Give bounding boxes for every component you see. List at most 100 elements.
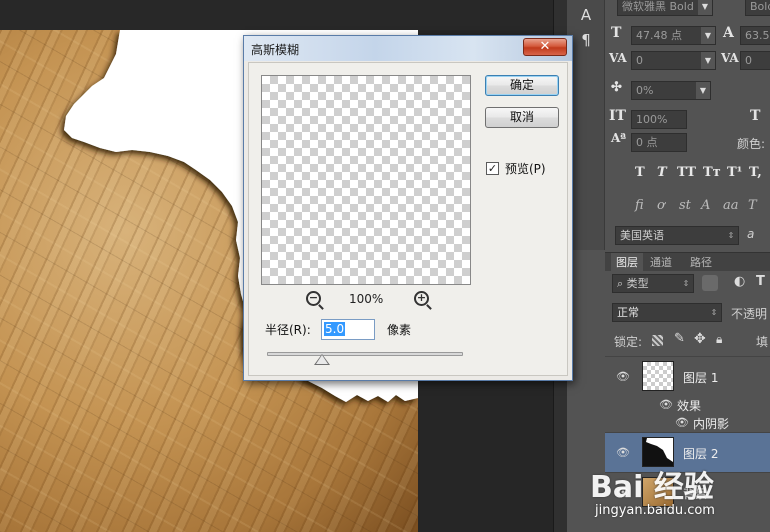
tab-layers[interactable]: 图层 (611, 253, 643, 272)
all-caps-button[interactable]: TT (677, 165, 696, 180)
photoshop-window: A ¶ 微软雅黑 Bold ▼ Bold T 47.48 点 ▼ A 63.5 … (0, 0, 770, 532)
radius-slider[interactable] (267, 352, 463, 356)
vertical-scale-field[interactable]: 100% (631, 110, 687, 129)
tracking-value: 0 (745, 54, 752, 67)
tab-paths[interactable]: 路径 (685, 253, 717, 272)
superscript-button[interactable]: T¹ (727, 165, 742, 180)
checkmark-icon: ✓ (487, 162, 498, 175)
blend-mode-select[interactable]: 正常 ⇕ (612, 303, 722, 322)
font-family-value: 微软雅黑 Bold (622, 0, 694, 13)
layers-tab-bar: 图层 通道 路径 (605, 252, 770, 272)
font-size-field[interactable]: 47.48 点 ▼ (631, 26, 716, 45)
swash-button[interactable]: A (701, 198, 710, 213)
font-style-value: Bold (750, 0, 770, 13)
ordinals-button[interactable]: T (748, 198, 757, 213)
dialog-title: 高斯模糊 (251, 43, 300, 57)
vertical-scale-icon: IT (609, 108, 626, 124)
layer-effects-row[interactable]: 👁︎ 效果 (605, 396, 770, 414)
antialias-icon: a (747, 227, 755, 241)
font-size-icon: T (611, 25, 622, 41)
lock-transparent-icon[interactable] (652, 335, 663, 346)
close-icon: ✕ (539, 39, 551, 54)
cancel-button[interactable]: 取消 (485, 107, 559, 128)
faux-bold-button[interactable]: T (635, 165, 645, 180)
watermark-url: jingyan.baidu.com (595, 503, 715, 518)
eye-icon[interactable]: 👁︎ (659, 398, 673, 411)
radius-label: 半径(R): (265, 323, 311, 337)
character-panel-icon[interactable]: A (574, 5, 598, 25)
small-caps-button[interactable]: Tт (703, 165, 721, 180)
dialog-title-bar[interactable]: 高斯模糊 ✕ (244, 36, 572, 61)
font-size-value: 47.48 点 (636, 29, 682, 42)
zoom-out-icon[interactable]: − (306, 291, 321, 306)
pixel-filter-icon[interactable] (702, 275, 718, 291)
eye-icon[interactable]: 👁︎ (616, 446, 630, 459)
zoom-in-glyph: + (416, 291, 427, 304)
kerning-field[interactable]: 0 ▼ (631, 51, 716, 70)
adjustment-filter-icon[interactable]: ◐ (734, 274, 745, 289)
kerning-icon: VA (609, 51, 627, 65)
language-select[interactable]: 美国英语 ⇕ (615, 226, 739, 245)
tab-channels[interactable]: 通道 (645, 253, 677, 272)
zoom-in-icon[interactable]: + (414, 291, 429, 306)
search-icon: ⌕ (617, 277, 627, 290)
font-style-select[interactable]: Bold (745, 0, 770, 16)
baseline-shift-icon: Aª (611, 131, 627, 145)
ok-button[interactable]: 确定 (485, 75, 559, 96)
tsume-field[interactable]: 0% ▼ (631, 81, 711, 100)
slider-thumb[interactable] (316, 355, 328, 364)
tsume-value: 0% (636, 84, 654, 97)
effects-label: 效果 (677, 399, 702, 413)
paragraph-panel-icon[interactable]: ¶ (574, 30, 598, 50)
eye-icon[interactable]: 👁︎ (675, 416, 689, 429)
color-label: 颜色: (737, 137, 766, 151)
baseline-shift-field[interactable]: 0 点 (631, 133, 687, 152)
preview-label: 预览(P) (505, 162, 546, 176)
ligature-button[interactable]: fi (635, 198, 644, 213)
font-family-select[interactable]: 微软雅黑 Bold ▼ (617, 0, 713, 16)
chevron-updown-icon: ⇕ (727, 231, 735, 240)
layer-name: 图层 1 (683, 371, 719, 385)
leading-icon: A (723, 25, 734, 41)
layer-filter-select[interactable]: ⌕ 类型 ⇕ (612, 274, 694, 293)
layer-thumbnail (642, 361, 674, 391)
old-style-button[interactable]: ơ (657, 198, 665, 213)
baidu-watermark: Bai 经验 jingyan.baidu.com (590, 462, 770, 532)
preview-area[interactable] (261, 75, 471, 285)
baseline-shift-value: 0 点 (636, 136, 658, 149)
layer-filter-value: 类型 (626, 277, 649, 290)
leading-value: 63.5 (745, 29, 770, 42)
faux-italic-button[interactable]: T (657, 165, 667, 180)
gaussian-blur-dialog: 高斯模糊 ✕ 确定 取消 ✓ 预览(P) − 100% + 半径(R): 5.0… (243, 35, 573, 381)
radius-value: 5.0 (324, 322, 346, 336)
titling-button[interactable]: aa (723, 198, 739, 213)
leading-field[interactable]: 63.5 (740, 26, 770, 45)
lock-label: 锁定: (614, 335, 643, 349)
dialog-body: 确定 取消 ✓ 预览(P) − 100% + 半径(R): 5.0 像素 (248, 62, 568, 376)
radius-input[interactable]: 5.0 (321, 319, 375, 340)
radius-unit: 像素 (387, 323, 412, 337)
stylistic-alt-button[interactable]: st (679, 198, 691, 213)
brush-icon[interactable]: ✎ (674, 331, 685, 346)
chevron-down-icon: ▼ (698, 0, 712, 15)
chevron-updown-icon: ⇕ (682, 279, 690, 288)
zoom-out-glyph: − (308, 291, 319, 304)
move-icon[interactable]: ✥ (694, 331, 706, 347)
zoom-level: 100% (349, 292, 384, 306)
chevron-down-icon: ▼ (701, 52, 715, 69)
vertical-scale-value: 100% (636, 113, 668, 126)
inner-shadow-row[interactable]: 👁︎ 内阴影 (605, 414, 770, 432)
fill-label: 填 (756, 335, 769, 349)
layer-row[interactable]: 👁︎ 图层 1 (605, 356, 770, 396)
preview-checkbox[interactable]: ✓ (486, 162, 499, 175)
tsume-icon: ✣ (611, 80, 622, 95)
type-filter-icon[interactable]: T (756, 274, 765, 289)
tracking-field[interactable]: 0 (740, 51, 770, 70)
subscript-button[interactable]: T, (749, 165, 762, 180)
layer-name: 图层 2 (683, 447, 719, 461)
language-value: 美国英语 (620, 229, 664, 242)
eye-icon[interactable]: 👁︎ (616, 370, 630, 383)
close-button[interactable]: ✕ (523, 38, 567, 56)
chevron-down-icon: ▼ (701, 27, 715, 44)
lock-icon[interactable]: 🔒︎ (716, 332, 722, 347)
